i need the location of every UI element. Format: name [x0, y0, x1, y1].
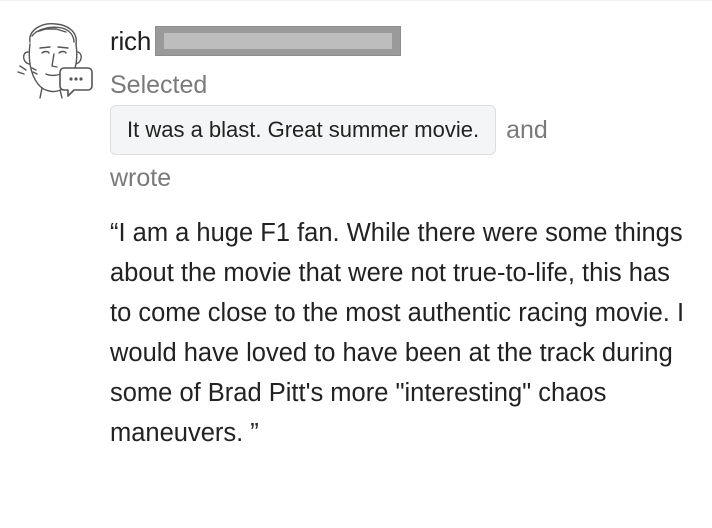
- username[interactable]: rich: [110, 22, 151, 60]
- top-divider: [0, 0, 712, 1]
- review-text: “I am a huge F1 fan. While there were so…: [110, 219, 685, 447]
- choice-row: It was a blast. Great summer movie. and: [110, 105, 548, 155]
- speech-bubble-icon: [59, 67, 93, 97]
- redacted-name-block: [155, 26, 402, 56]
- sketch-face-avatar-icon: [17, 23, 93, 99]
- comment-header: rich: [110, 22, 402, 60]
- and-label: and: [506, 116, 548, 144]
- avatar[interactable]: [12, 18, 96, 102]
- wrote-label: wrote: [110, 164, 172, 192]
- selected-label: Selected: [110, 71, 208, 99]
- selected-choice-chip: It was a blast. Great summer movie.: [110, 105, 497, 155]
